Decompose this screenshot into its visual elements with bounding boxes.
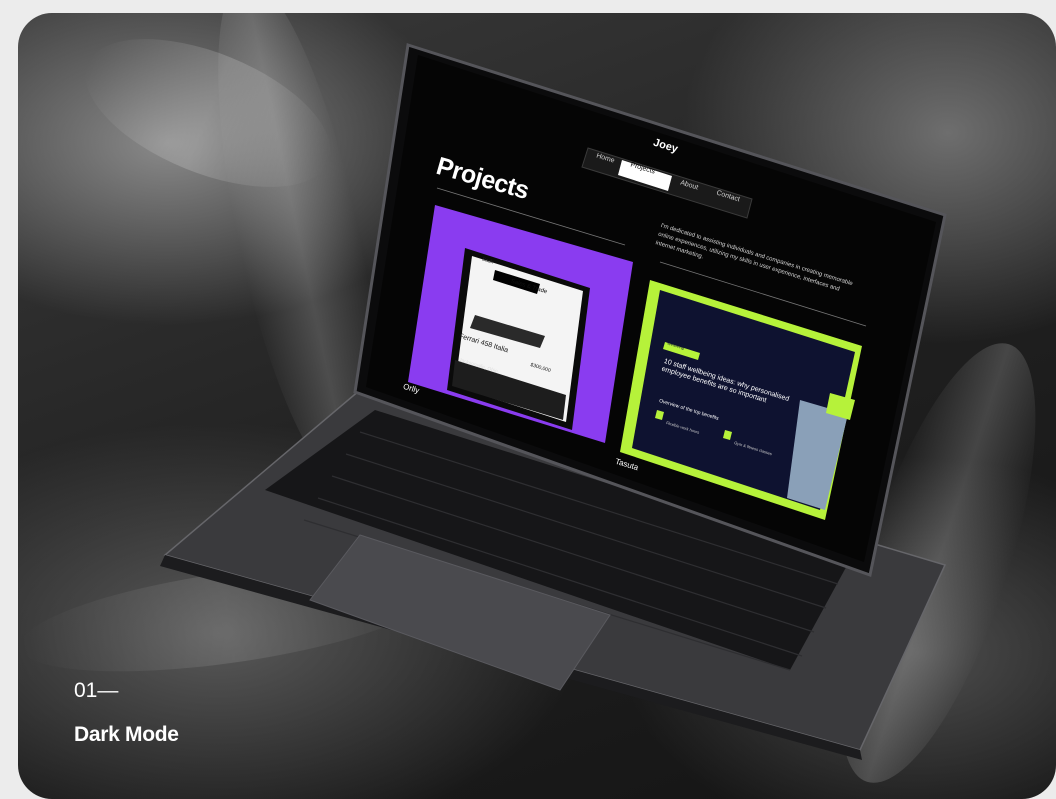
site-item-2: Gym & fitness classes: [733, 440, 773, 457]
logo[interactable]: Joey: [652, 137, 679, 156]
nav-projects[interactable]: Projects: [630, 161, 656, 175]
site-item-1: Flexible work hours: [665, 420, 700, 435]
car-price: $300,000: [529, 362, 552, 374]
site-subhead: Overview of the top benefits: [658, 398, 720, 422]
card-label-orlly[interactable]: Orlly: [402, 382, 420, 395]
site-headline-text: 10 staff wellbeing ideas: why personalis…: [660, 358, 790, 405]
page-title: Projects: [433, 152, 533, 206]
caption-title: Dark Mode: [74, 723, 179, 746]
site-tag: Wellbeing: [666, 340, 685, 351]
nav-home[interactable]: Home: [595, 152, 615, 164]
nav-contact[interactable]: Contact: [716, 190, 741, 204]
car-name: Ferrari 458 Italia: [458, 332, 509, 355]
car-city: Jacksonville, Ohio: [458, 357, 499, 375]
phone-back[interactable]: Back: [481, 257, 493, 266]
intro-text: I'm dedicated to assisting individuals a…: [654, 222, 858, 308]
phone-title: Sales & Trade: [509, 278, 548, 296]
screen-content: Joey Projects Home Projects About Contac…: [0, 0, 1056, 799]
caption-number: 01—: [74, 679, 119, 702]
intro-paragraph: I'm dedicated to assisting individuals a…: [654, 222, 854, 293]
card-label-tasuta[interactable]: Tasuta: [614, 457, 639, 473]
nav-about[interactable]: About: [679, 179, 699, 191]
